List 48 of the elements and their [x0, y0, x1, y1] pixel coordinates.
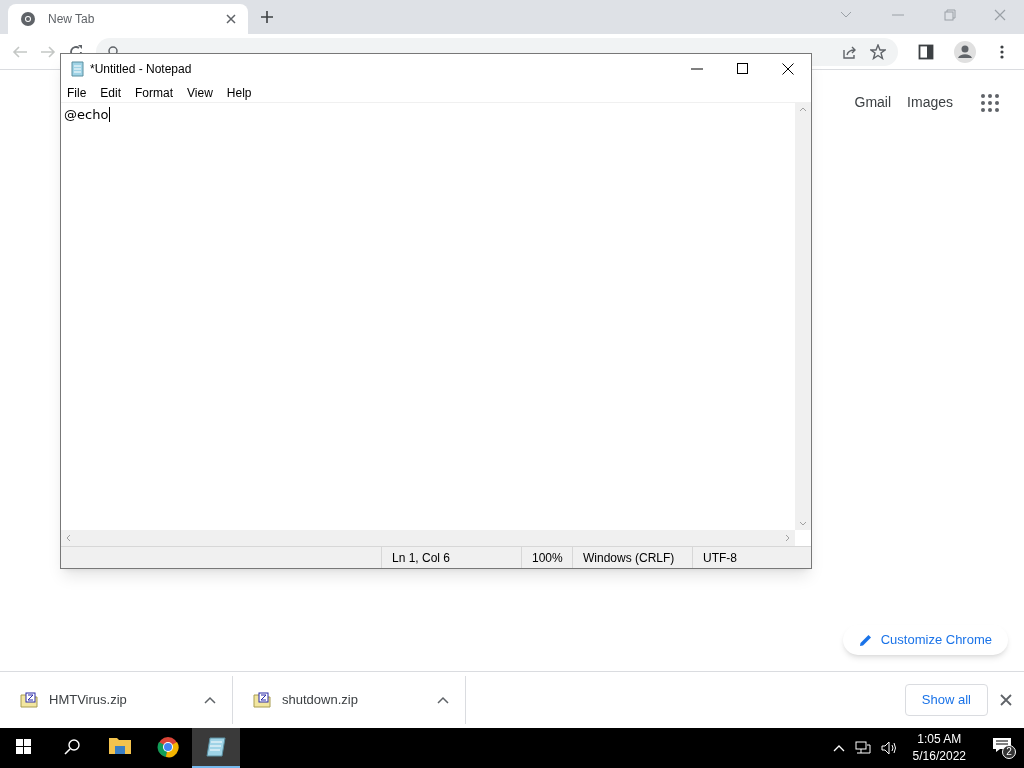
notification-button[interactable]: 2	[992, 737, 1016, 759]
taskbar-button[interactable]	[192, 728, 240, 768]
caret-up-icon[interactable]	[204, 696, 216, 704]
window-title: *Untitled - Notepad	[90, 60, 193, 78]
close-icon[interactable]	[782, 62, 794, 75]
status-field: UTF-8	[693, 547, 811, 568]
star-icon[interactable]	[870, 43, 886, 60]
clock-time[interactable]: 1:05 AM	[917, 731, 962, 748]
customize-chrome-button[interactable]: Customize Chrome	[842, 625, 1008, 655]
notepad-icon	[69, 60, 85, 77]
status-field: Ln 1, Col 6	[382, 547, 522, 568]
zip-file-icon	[253, 692, 271, 708]
text-editor[interactable]: @echo	[61, 103, 795, 530]
menu-item[interactable]: File	[67, 83, 87, 102]
status-field: Windows (CRLF)	[573, 547, 693, 568]
status-field: 100%	[522, 547, 573, 568]
download-filename[interactable]: shutdown.zip	[282, 690, 437, 710]
clock-date[interactable]: 5/16/2022	[912, 748, 966, 765]
notepad-icon	[205, 736, 227, 758]
zip-file-icon	[20, 692, 38, 708]
menu-item[interactable]: View	[187, 83, 213, 102]
start-icon	[16, 739, 32, 755]
more-menu-icon[interactable]	[1000, 44, 1004, 59]
chrome-logo-icon	[20, 11, 36, 27]
tab-title: New Tab	[48, 11, 96, 28]
header-link[interactable]: Gmail	[854, 92, 892, 113]
caret-up-icon[interactable]	[437, 696, 449, 704]
minimize-icon[interactable]	[691, 67, 703, 70]
download-filename[interactable]: HMTVirus.zip	[49, 690, 204, 710]
volume-icon[interactable]	[880, 741, 899, 755]
search-icon	[64, 739, 80, 755]
chrome-logo-icon	[157, 736, 179, 758]
browser-tab[interactable]: New Tab	[8, 4, 248, 34]
pencil-icon	[858, 633, 873, 647]
apps-grid-icon[interactable]	[981, 93, 999, 112]
header-link[interactable]: Images	[907, 92, 953, 113]
close-icon[interactable]	[226, 14, 236, 24]
notification-count: 2	[1002, 745, 1016, 759]
menu-item[interactable]: Format	[135, 83, 174, 102]
profile-avatar-icon[interactable]	[954, 40, 976, 63]
network-icon[interactable]	[854, 741, 871, 755]
menu-item[interactable]: Edit	[100, 83, 122, 102]
plus-icon[interactable]	[260, 10, 274, 24]
close-icon[interactable]	[1000, 694, 1012, 706]
maximize-icon[interactable]	[737, 63, 748, 74]
menu-item[interactable]: Help	[226, 83, 252, 102]
show-all-button[interactable]: Show all	[904, 684, 988, 716]
side-panel-icon[interactable]	[918, 43, 934, 60]
